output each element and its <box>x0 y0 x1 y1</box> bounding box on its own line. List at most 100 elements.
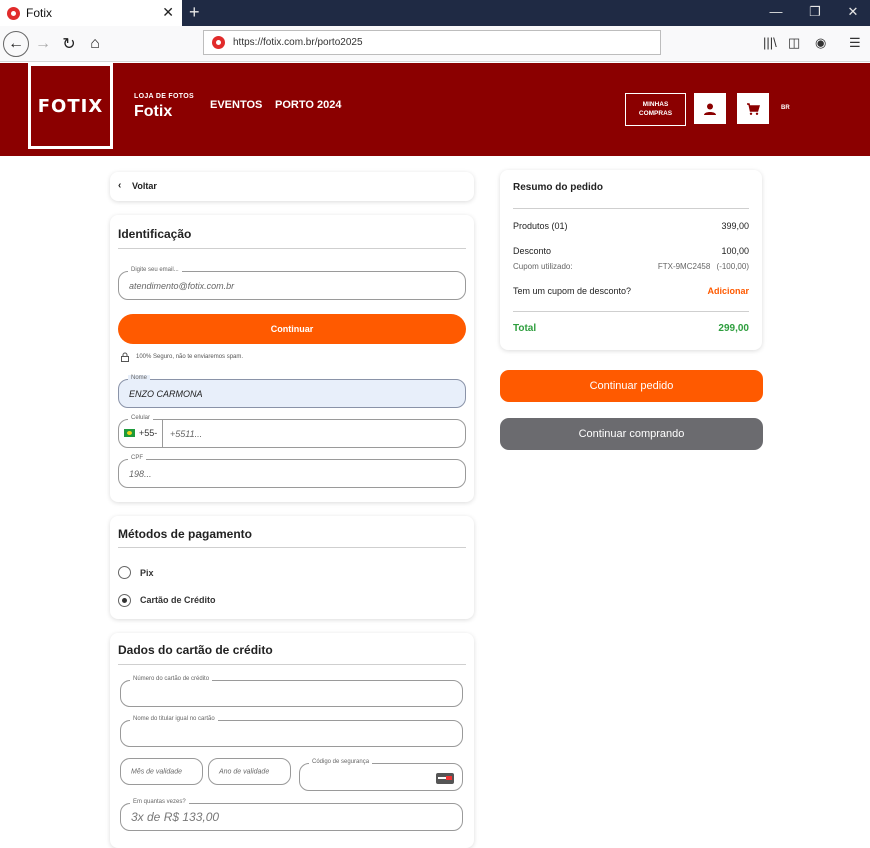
phone-prefix[interactable]: +55- <box>139 428 157 438</box>
browser-tab[interactable]: Fotix ✕ <box>0 0 182 26</box>
close-window-icon[interactable]: ✕ <box>843 4 863 20</box>
account-icon[interactable]: ◉ <box>815 35 826 51</box>
installments-value: 3x de R$ 133,00 <box>131 810 220 824</box>
expiry-month-field[interactable]: Mês de validade <box>120 758 203 785</box>
library-icon[interactable]: |||\ <box>763 35 777 50</box>
products-row: Produtos (01) 399,00 <box>513 221 749 231</box>
card-cvv-icon <box>436 773 454 784</box>
email-value: atendimento@fotix.com.br <box>129 280 235 291</box>
browser-nav-bar: ← → ↻ ⌂ https://fotix.com.br/porto2025 |… <box>0 26 870 62</box>
expiry-month-placeholder: Mês de validade <box>131 768 182 775</box>
store-small-label: LOJA DE FOTOS <box>134 93 194 100</box>
cart-button[interactable] <box>737 93 769 124</box>
card-number-field[interactable]: Número do cartão de crédito <box>120 676 463 707</box>
name-value: ENZO CARMONA <box>129 388 203 399</box>
installments-field[interactable]: Em quantas vezes? 3x de R$ 133,00 <box>120 799 463 831</box>
credit-card-title: Dados do cartão de crédito <box>118 643 273 657</box>
forward-arrow-icon[interactable]: → <box>30 31 56 57</box>
card-holder-field[interactable]: Nome do titular igual no cartão <box>120 716 463 747</box>
reader-view-icon[interactable]: ◫ <box>788 35 800 51</box>
cpf-field[interactable]: CPF 198... <box>118 455 466 488</box>
payment-title: Métodos de pagamento <box>118 527 253 541</box>
total-row: Total 299,00 <box>513 323 749 334</box>
coupon-row: Cupom utilizado: FTX-9MC2458 (-100,00) <box>513 262 749 271</box>
minimize-icon[interactable]: — <box>766 4 786 19</box>
menu-link-eventos[interactable]: EVENTOS <box>210 99 262 111</box>
card-holder-label: Nome do titular igual no cartão <box>130 716 218 722</box>
cart-icon <box>747 102 760 115</box>
installments-label: Em quantas vezes? <box>130 799 189 805</box>
secure-note: 100% Seguro, não te enviaremos spam. <box>136 354 244 360</box>
home-icon[interactable]: ⌂ <box>82 31 108 57</box>
discount-value: 100,00 <box>721 246 749 256</box>
site-header: FOTIX LOJA DE FOTOS Fotix EVENTOS PORTO … <box>0 63 870 156</box>
radio-pix[interactable] <box>118 566 131 579</box>
new-tab-icon[interactable]: + <box>189 2 200 23</box>
divider <box>118 664 466 665</box>
phone-field-label: Celular <box>128 415 154 421</box>
menu-hamburger-icon[interactable]: ☰ <box>849 35 861 51</box>
my-purchases-button[interactable]: MINHAS COMPRAS <box>625 93 686 126</box>
fotix-logo[interactable]: FOTIX <box>28 63 113 149</box>
restore-icon[interactable]: ❐ <box>805 4 825 20</box>
credit-card-data-card: Dados do cartão de crédito Número do car… <box>110 633 474 848</box>
continue-order-button[interactable]: Continuar pedido <box>500 370 763 402</box>
total-value: 299,00 <box>718 323 749 334</box>
name-field[interactable]: Nome ENZO CARMONA <box>118 375 466 408</box>
reload-icon[interactable]: ↻ <box>56 31 82 57</box>
brazil-flag-icon <box>124 429 135 437</box>
option-credit-card-label[interactable]: Cartão de Crédito <box>140 595 216 605</box>
discount-label: Desconto <box>513 246 552 256</box>
order-summary-card: Resumo do pedido Produtos (01) 399,00 De… <box>500 170 762 350</box>
store-name: Fotix <box>134 103 173 120</box>
have-coupon-text: Tem um cupom de desconto? <box>513 286 632 296</box>
cvv-label: Código de segurança <box>309 759 373 765</box>
coupon-code: FTX-9MC2458 <box>657 262 711 271</box>
user-icon <box>704 103 716 115</box>
option-pix-label[interactable]: Pix <box>140 568 154 578</box>
back-link[interactable]: Voltar <box>132 181 157 191</box>
back-arrow-icon[interactable]: ← <box>3 31 29 57</box>
phone-placeholder: +5511... <box>170 428 203 439</box>
coupon-add-row: Tem um cupom de desconto? Adicionar <box>513 286 749 296</box>
identification-title: Identificação <box>118 227 192 241</box>
total-label: Total <box>513 323 537 334</box>
close-tab-icon[interactable]: ✕ <box>162 4 174 21</box>
discount-row: Desconto 100,00 <box>513 246 749 256</box>
lock-icon <box>121 352 129 362</box>
phone-divider <box>162 420 163 447</box>
email-field-label: Digite seu email... <box>128 267 182 273</box>
store-info: LOJA DE FOTOS Fotix <box>134 93 194 121</box>
user-button[interactable] <box>694 93 726 124</box>
add-coupon-link[interactable]: Adicionar <box>707 286 749 296</box>
cpf-field-label: CPF <box>128 455 146 461</box>
divider <box>118 248 466 249</box>
radio-credit-card[interactable] <box>118 594 131 607</box>
continue-shopping-button[interactable]: Continuar comprando <box>500 418 763 450</box>
identification-card: Identificação Digite seu email... atendi… <box>110 215 474 502</box>
divider <box>513 208 749 209</box>
summary-title: Resumo do pedido <box>513 182 603 193</box>
cvv-field[interactable]: Código de segurança <box>299 759 463 791</box>
menu-link-porto-2024[interactable]: PORTO 2024 <box>275 99 341 111</box>
coupon-amount: (-100,00) <box>716 262 749 271</box>
tab-title: Fotix <box>26 6 53 20</box>
payment-methods-card: Métodos de pagamento Pix Cartão de Crédi… <box>110 516 474 619</box>
continue-button[interactable]: Continuar <box>118 314 466 344</box>
cpf-placeholder: 198... <box>129 468 152 479</box>
products-value: 399,00 <box>721 221 749 231</box>
phone-field[interactable]: Celular +55- +5511... <box>118 415 466 448</box>
back-card[interactable]: ‹ Voltar <box>110 172 474 201</box>
coupon-label: Cupom utilizado: <box>513 262 573 271</box>
expiry-year-placeholder: Ano de validade <box>219 768 270 775</box>
card-number-label: Número do cartão de crédito <box>130 676 213 682</box>
address-bar[interactable]: https://fotix.com.br/porto2025 <box>203 30 661 55</box>
expiry-year-field[interactable]: Ano de validade <box>208 758 291 785</box>
language-selector[interactable]: BR <box>781 105 790 111</box>
email-field[interactable]: Digite seu email... atendimento@fotix.co… <box>118 267 466 300</box>
divider <box>513 311 749 312</box>
site-favicon-icon <box>212 36 225 49</box>
url-text: https://fotix.com.br/porto2025 <box>233 37 363 48</box>
chevron-left-icon: ‹ <box>118 180 122 191</box>
products-label: Produtos (01) <box>513 221 568 231</box>
